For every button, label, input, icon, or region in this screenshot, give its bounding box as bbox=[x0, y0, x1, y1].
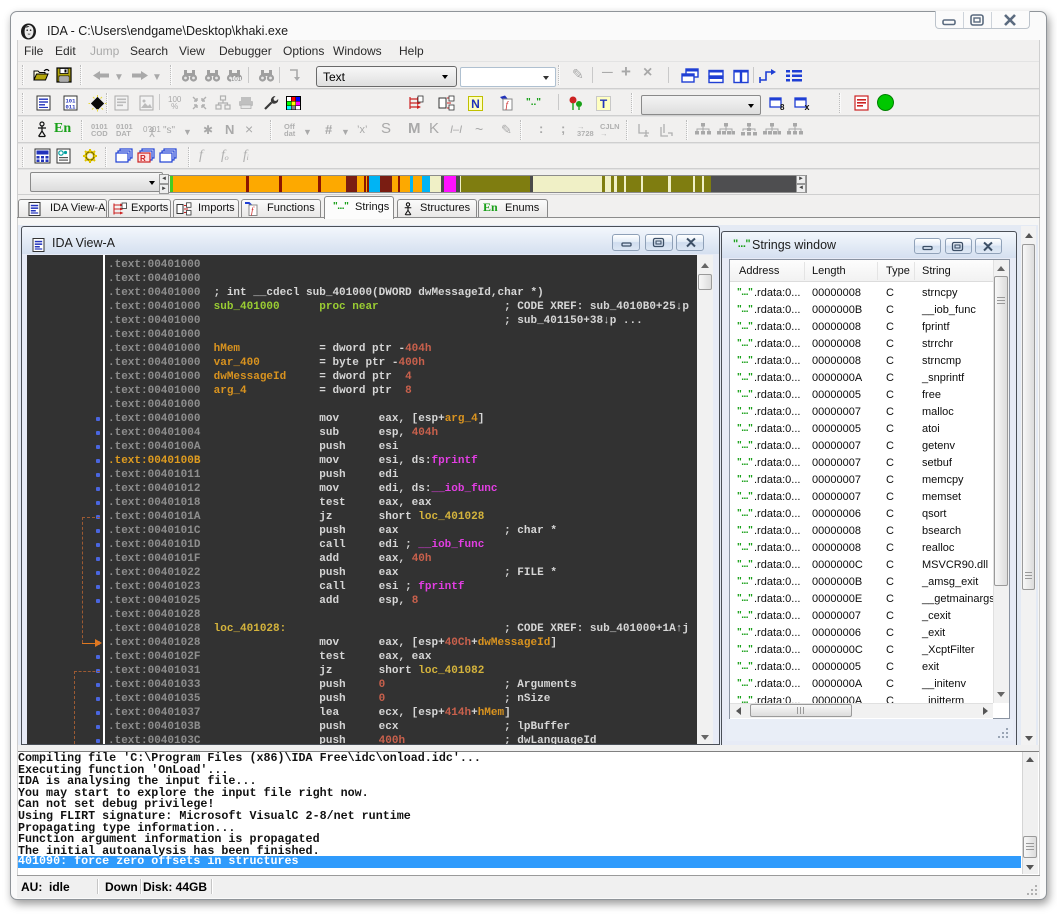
svg-text:x: x bbox=[805, 102, 810, 111]
svg-text:011: 011 bbox=[66, 104, 77, 111]
svg-text:R: R bbox=[140, 154, 146, 163]
svg-text:8: 8 bbox=[780, 103, 785, 111]
